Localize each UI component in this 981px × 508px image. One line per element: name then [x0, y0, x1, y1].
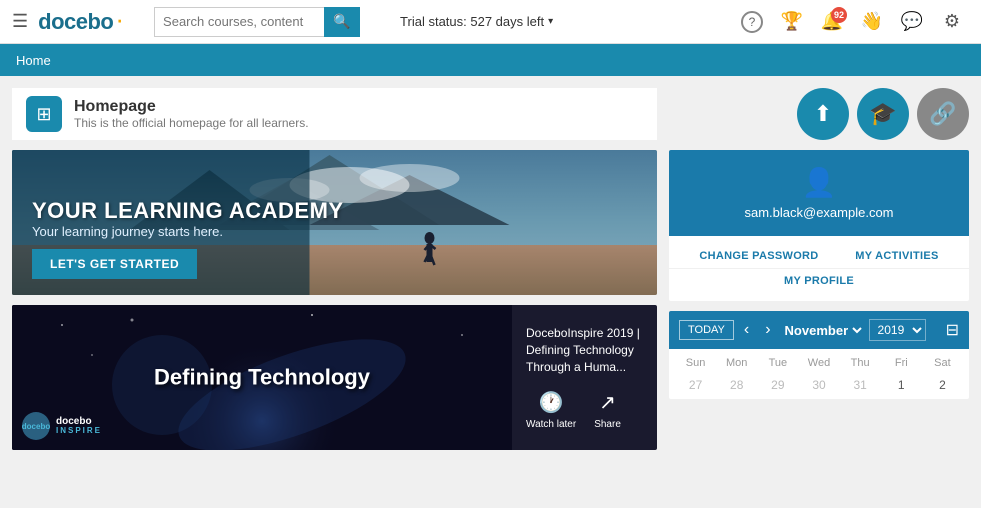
homepage-icon: ⊞ [26, 96, 62, 132]
cal-header-thu: Thu [840, 353, 881, 373]
calendar-card: TODAY ‹ › November 2019 ⊟ Sun Mon Tue We… [669, 311, 969, 399]
cal-day-28[interactable]: 28 [716, 373, 757, 397]
cal-day-1[interactable]: 1 [881, 373, 922, 397]
video-title-text: Defining Technology [154, 363, 370, 392]
change-password-link[interactable]: CHANGE PASSWORD [699, 250, 818, 262]
page-subtitle: This is the official homepage for all le… [74, 116, 309, 130]
top-nav: ☰ docebo · 🔍 Trial status: 527 days left… [0, 0, 981, 44]
settings-button[interactable]: ⚙ [935, 5, 969, 39]
cal-day-2[interactable]: 2 [922, 373, 963, 397]
left-column: ⊞ Homepage This is the official homepage… [12, 88, 657, 496]
user-wave-icon: 👋 [861, 11, 883, 32]
cal-header-tue: Tue [757, 353, 798, 373]
calendar-grid-icon[interactable]: ⊟ [946, 320, 959, 340]
calendar-today-button[interactable]: TODAY [679, 320, 734, 340]
hero-cta-button[interactable]: LET'S GET STARTED [32, 249, 197, 279]
search-bar: 🔍 [154, 7, 374, 37]
hero-title: YOUR LEARNING ACADEMY [32, 198, 637, 224]
user-avatar-icon: 👤 [802, 166, 837, 199]
share-button[interactable]: ↗ Share [594, 390, 621, 430]
video-title: DoceboInspire 2019 | Defining Technology… [526, 325, 643, 375]
main-area: ⊞ Homepage This is the official homepage… [0, 76, 981, 508]
action-buttons: ⬆ 🎓 🔗 [669, 88, 969, 140]
cal-header-fri: Fri [881, 353, 922, 373]
page-title: Homepage [74, 98, 309, 116]
cal-day-30[interactable]: 30 [798, 373, 839, 397]
search-input[interactable] [154, 7, 324, 37]
trial-dropdown-arrow[interactable]: ▾ [548, 16, 553, 27]
upload-button[interactable]: ⬆ [797, 88, 849, 140]
help-icon: ? [741, 11, 763, 33]
trial-status: Trial status: 527 days left ▾ [400, 14, 553, 29]
watch-later-button[interactable]: 🕐 Watch later [526, 390, 576, 430]
graduate-button[interactable]: 🎓 [857, 88, 909, 140]
link-icon: 🔗 [929, 101, 956, 127]
cal-header-sun: Sun [675, 353, 716, 373]
user-card: 👤 sam.black@example.com CHANGE PASSWORD … [669, 150, 969, 301]
trophy-button[interactable]: 🏆 [775, 5, 809, 39]
hero-subtitle: Your learning journey starts here. [32, 224, 637, 239]
docebo-inspire-logo: docebo INSPIRE [56, 416, 102, 436]
right-column: ⬆ 🎓 🔗 👤 sam.black@example.com CHANGE PAS… [669, 88, 969, 496]
logo-dot: · [115, 6, 124, 32]
page-header-text: Homepage This is the official homepage f… [74, 98, 309, 130]
calendar-header: TODAY ‹ › November 2019 ⊟ [669, 311, 969, 349]
video-card: docebo docebo INSPIRE Defining Technolog… [12, 305, 657, 450]
nav-icons: ? 🏆 🔔 92 👋 💬 ⚙ [735, 5, 969, 39]
user-card-header: 👤 sam.black@example.com [669, 150, 969, 236]
calendar-year-select[interactable]: 2019 [869, 319, 926, 341]
link-button[interactable]: 🔗 [917, 88, 969, 140]
messages-button[interactable]: 💬 [895, 5, 929, 39]
logo-text: docebo [38, 9, 113, 35]
cal-day-31[interactable]: 31 [840, 373, 881, 397]
user-email: sam.black@example.com [744, 205, 893, 220]
breadcrumb-home[interactable]: Home [16, 53, 51, 68]
grid-icon: ⊞ [36, 104, 51, 125]
video-thumbnail[interactable]: docebo docebo INSPIRE Defining Technolog… [12, 305, 512, 450]
clock-icon: 🕐 [539, 390, 564, 415]
messages-icon: 💬 [901, 11, 923, 32]
search-button[interactable]: 🔍 [324, 7, 360, 37]
cal-header-sat: Sat [922, 353, 963, 373]
user-wave-button[interactable]: 👋 [855, 5, 889, 39]
calendar-prev-button[interactable]: ‹ [738, 319, 755, 341]
calendar-grid: Sun Mon Tue Wed Thu Fri Sat 27 28 29 30 … [669, 349, 969, 399]
trophy-icon: 🏆 [781, 11, 803, 32]
cal-day-29[interactable]: 29 [757, 373, 798, 397]
cal-day-27[interactable]: 27 [675, 373, 716, 397]
my-activities-link[interactable]: MY ACTIVITIES [855, 250, 938, 262]
calendar-next-button[interactable]: › [759, 319, 776, 341]
video-info: DoceboInspire 2019 | Defining Technology… [512, 315, 657, 439]
user-links-row-1: CHANGE PASSWORD MY ACTIVITIES [669, 244, 969, 269]
cal-header-mon: Mon [716, 353, 757, 373]
upload-icon: ⬆ [814, 101, 832, 127]
video-actions: 🕐 Watch later ↗ Share [526, 390, 643, 430]
share-icon: ↗ [599, 390, 616, 415]
graduate-icon: 🎓 [869, 101, 896, 127]
user-card-links: CHANGE PASSWORD MY ACTIVITIES MY PROFILE [669, 236, 969, 301]
user-links-row-2: MY PROFILE [669, 269, 969, 293]
video-brand: docebo docebo INSPIRE [22, 412, 102, 440]
help-button[interactable]: ? [735, 5, 769, 39]
page-title-bar: ⊞ Homepage This is the official homepage… [12, 88, 657, 140]
calendar-month-select[interactable]: November [781, 322, 865, 339]
hamburger-icon[interactable]: ☰ [12, 11, 28, 32]
notification-badge: 92 [831, 7, 847, 23]
my-profile-link[interactable]: MY PROFILE [784, 275, 854, 287]
gear-icon: ⚙ [944, 11, 960, 32]
cal-header-wed: Wed [798, 353, 839, 373]
logo: docebo · [38, 9, 124, 35]
hero-text: YOUR LEARNING ACADEMY Your learning jour… [32, 198, 637, 279]
breadcrumb: Home [0, 44, 981, 76]
hero-banner: YOUR LEARNING ACADEMY Your learning jour… [12, 150, 657, 295]
notifications-button[interactable]: 🔔 92 [815, 5, 849, 39]
docebo-logo-icon: docebo [22, 412, 50, 440]
